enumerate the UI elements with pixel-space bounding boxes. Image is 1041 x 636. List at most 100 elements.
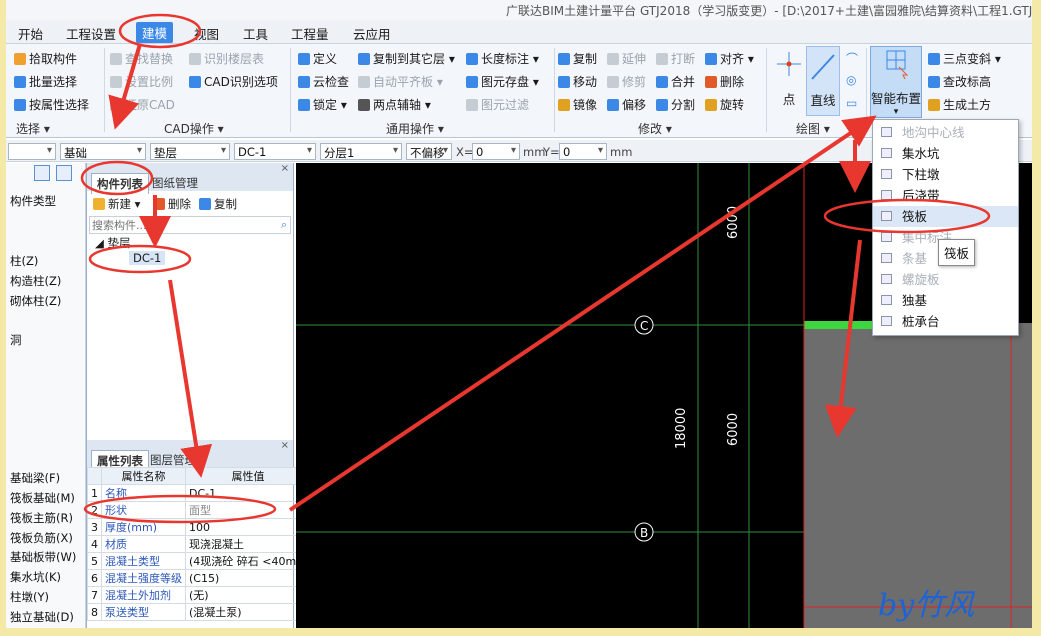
- type-select[interactable]: 垫层: [150, 143, 230, 160]
- cloud-check-button[interactable]: 云检查: [298, 73, 349, 90]
- edit-elevation-button[interactable]: 查改标高: [928, 73, 991, 90]
- close-icon[interactable]: ×: [281, 440, 289, 451]
- nav-isolated-footing[interactable]: 独立基础(D): [10, 609, 74, 625]
- length-dimension-button[interactable]: 长度标注 ▾: [466, 50, 539, 67]
- grid-view-icon[interactable]: [56, 165, 72, 181]
- nav-raft-foundation[interactable]: 筏板基础(M): [10, 490, 75, 506]
- copy-component-button[interactable]: 复制: [199, 196, 237, 212]
- table-row[interactable]: 8 泵送类型 (混凝土泵): [87, 603, 311, 621]
- menu-cloud[interactable]: 云应用: [353, 24, 391, 43]
- copy-to-floor-button[interactable]: 复制到其它层 ▾: [358, 50, 455, 67]
- line-button[interactable]: 直线: [806, 46, 840, 116]
- component-search-input[interactable]: [89, 216, 291, 234]
- three-point-slope-button[interactable]: 三点变斜 ▾: [928, 50, 1001, 67]
- tab-component-list[interactable]: 构件列表: [91, 173, 149, 194]
- rectangle-icon[interactable]: ▭: [846, 96, 857, 110]
- dropdown-item-raft[interactable]: 筏板: [873, 206, 1018, 227]
- nav-raft-main-rebar[interactable]: 筏板主筋(R): [10, 510, 73, 526]
- mirror-button[interactable]: 镜像: [558, 96, 597, 113]
- nav-foundation-beam[interactable]: 基础梁(F): [10, 470, 60, 486]
- tab-drawing-management[interactable]: 图纸管理: [147, 173, 203, 193]
- dropdown-item[interactable]: 桩承台: [873, 311, 1018, 332]
- nav-foundation-strip[interactable]: 基础板带(W): [10, 549, 76, 565]
- nav-sump-pit[interactable]: 集水坑(K): [10, 569, 61, 585]
- save-element-button[interactable]: 图元存盘 ▾: [466, 73, 539, 90]
- extend-button[interactable]: 延伸: [607, 50, 646, 67]
- tree-node-dc1[interactable]: DC-1: [129, 251, 166, 265]
- two-point-axis-button[interactable]: 两点辅轴 ▾: [358, 96, 431, 113]
- dropdown-item[interactable]: 集水坑: [873, 143, 1018, 164]
- split-button[interactable]: 分割: [656, 96, 695, 113]
- search-icon[interactable]: ⌕: [281, 218, 287, 232]
- table-row[interactable]: 3 厚度(mm) 100: [87, 518, 311, 536]
- align-button[interactable]: 对齐 ▾: [705, 50, 754, 67]
- table-row[interactable]: 4 材质 现浇混凝土: [87, 535, 311, 553]
- nav-raft-negative-rebar[interactable]: 筏板负筋(X): [10, 530, 73, 546]
- smart-layout-button[interactable]: 智能布置 ▾: [870, 46, 922, 118]
- batch-select-button[interactable]: 批量选择: [14, 73, 77, 90]
- close-icon[interactable]: ×: [281, 163, 289, 174]
- trim-button[interactable]: 修剪: [607, 73, 646, 90]
- copy-button[interactable]: 复制: [558, 50, 597, 67]
- break-button[interactable]: 打断: [656, 50, 695, 67]
- tree-node-cushion[interactable]: ◢ 垫层: [95, 235, 131, 251]
- select-by-property-button[interactable]: 按属性选择: [14, 96, 89, 113]
- menu-project-settings[interactable]: 工程设置: [66, 24, 116, 43]
- cad-options-button[interactable]: CAD识别选项: [189, 73, 278, 90]
- table-row[interactable]: 7 混凝土外加剂 (无): [87, 586, 311, 604]
- point-button[interactable]: 点: [772, 46, 806, 116]
- nav-opening[interactable]: 洞: [10, 332, 22, 348]
- delete-button[interactable]: 删除: [705, 73, 744, 90]
- dropdown-item[interactable]: 地沟中心线: [873, 122, 1018, 143]
- circle-icon[interactable]: ◎: [846, 73, 856, 87]
- pick-component-button[interactable]: 拾取构件: [14, 50, 77, 67]
- offset-button[interactable]: 偏移: [607, 96, 646, 113]
- auto-flush-slab-button[interactable]: 自动平齐板 ▾: [358, 73, 443, 90]
- lock-button[interactable]: 锁定 ▾: [298, 96, 347, 113]
- dropdown-item[interactable]: 下柱墩: [873, 164, 1018, 185]
- menu-view[interactable]: 视图: [194, 24, 219, 43]
- cad-group-label[interactable]: CAD操作 ▾: [164, 120, 224, 137]
- offset-select[interactable]: 不偏移: [406, 143, 452, 160]
- element-filter-button[interactable]: 图元过滤: [466, 96, 529, 113]
- table-row[interactable]: 1 名称 DC-1: [87, 484, 311, 502]
- common-group-label[interactable]: 通用操作 ▾: [386, 120, 444, 137]
- category-select[interactable]: 基础: [60, 143, 146, 160]
- set-scale-button[interactable]: 设置比例: [110, 73, 173, 90]
- floor-select[interactable]: [8, 143, 56, 160]
- x-input[interactable]: 0: [472, 143, 520, 160]
- dropdown-item[interactable]: 螺旋板: [873, 269, 1018, 290]
- delete-component-button[interactable]: 删除: [153, 196, 191, 212]
- menu-quantities[interactable]: 工程量: [291, 24, 329, 43]
- menu-modeling[interactable]: 建模: [136, 22, 174, 43]
- arc-icon[interactable]: ⌒: [846, 50, 858, 67]
- menu-start[interactable]: 开始: [18, 24, 43, 43]
- nav-constructional-column[interactable]: 构造柱(Z): [10, 273, 61, 289]
- dropdown-item[interactable]: 后浇带: [873, 185, 1018, 206]
- nav-column[interactable]: 柱(Z): [10, 253, 38, 269]
- find-replace-button[interactable]: 查找替换: [110, 50, 173, 67]
- table-row[interactable]: 5 混凝土类型 (4现浇砼 碎石 <40mm: [87, 552, 311, 570]
- component-select[interactable]: DC-1: [234, 143, 316, 160]
- merge-button[interactable]: 合并: [656, 73, 695, 90]
- move-button[interactable]: 移动: [558, 73, 597, 90]
- table-row[interactable]: 6 混凝土强度等级 (C15): [87, 569, 311, 587]
- find-icon: [110, 53, 122, 65]
- new-component-button[interactable]: 新建 ▾: [93, 196, 140, 212]
- table-row[interactable]: 2 形状 面型: [87, 501, 311, 519]
- recognize-floor-table-button[interactable]: 识别楼层表: [189, 50, 264, 67]
- generate-earthwork-button[interactable]: 生成土方: [928, 96, 991, 113]
- define-button[interactable]: 定义: [298, 50, 337, 67]
- modify-group-label[interactable]: 修改 ▾: [638, 120, 672, 137]
- dropdown-item[interactable]: 独基: [873, 290, 1018, 311]
- nav-column-pier[interactable]: 柱墩(Y): [10, 589, 49, 605]
- select-group-label[interactable]: 选择 ▾: [16, 120, 50, 137]
- layer-select[interactable]: 分层1: [320, 143, 402, 160]
- rotate-button[interactable]: 旋转: [705, 96, 744, 113]
- y-input[interactable]: 0: [559, 143, 607, 160]
- list-view-icon[interactable]: [34, 165, 50, 181]
- menu-tools[interactable]: 工具: [243, 24, 268, 43]
- nav-masonry-column[interactable]: 砌体柱(Z): [10, 293, 61, 309]
- draw-group-label[interactable]: 绘图 ▾: [796, 120, 830, 137]
- restore-cad-button[interactable]: 还原CAD: [110, 96, 175, 113]
